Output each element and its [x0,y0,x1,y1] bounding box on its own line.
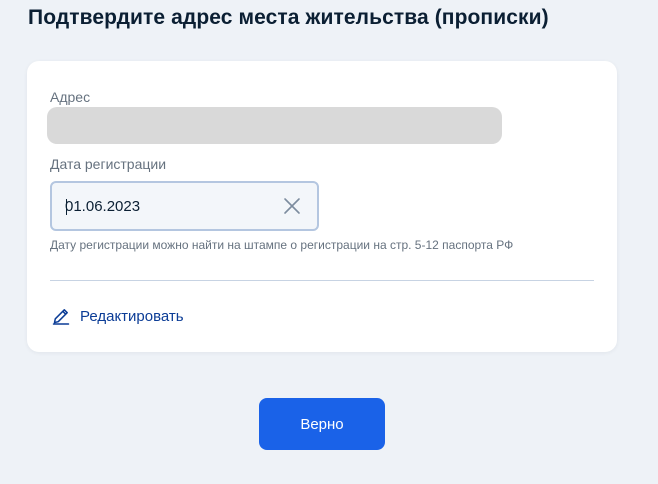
close-icon[interactable] [283,197,301,215]
text-cursor [66,199,67,215]
address-label: Адрес [50,89,91,105]
pencil-icon [52,309,70,325]
registration-date-input[interactable] [65,183,275,229]
divider [50,280,594,281]
edit-address-link[interactable]: Редактировать [52,307,184,325]
confirm-button[interactable]: Верно [259,398,385,450]
edit-label: Редактировать [80,307,184,325]
registration-date-field[interactable] [50,181,319,231]
address-value-redacted [47,107,502,144]
page-title: Подтвердите адрес места жительства (проп… [28,6,549,29]
registration-date-hint: Дату регистрации можно найти на штампе о… [50,238,514,252]
registration-date-label: Дата регистрации [50,156,167,172]
address-card: Адрес Дата регистрации Дату регистрации … [27,61,617,352]
